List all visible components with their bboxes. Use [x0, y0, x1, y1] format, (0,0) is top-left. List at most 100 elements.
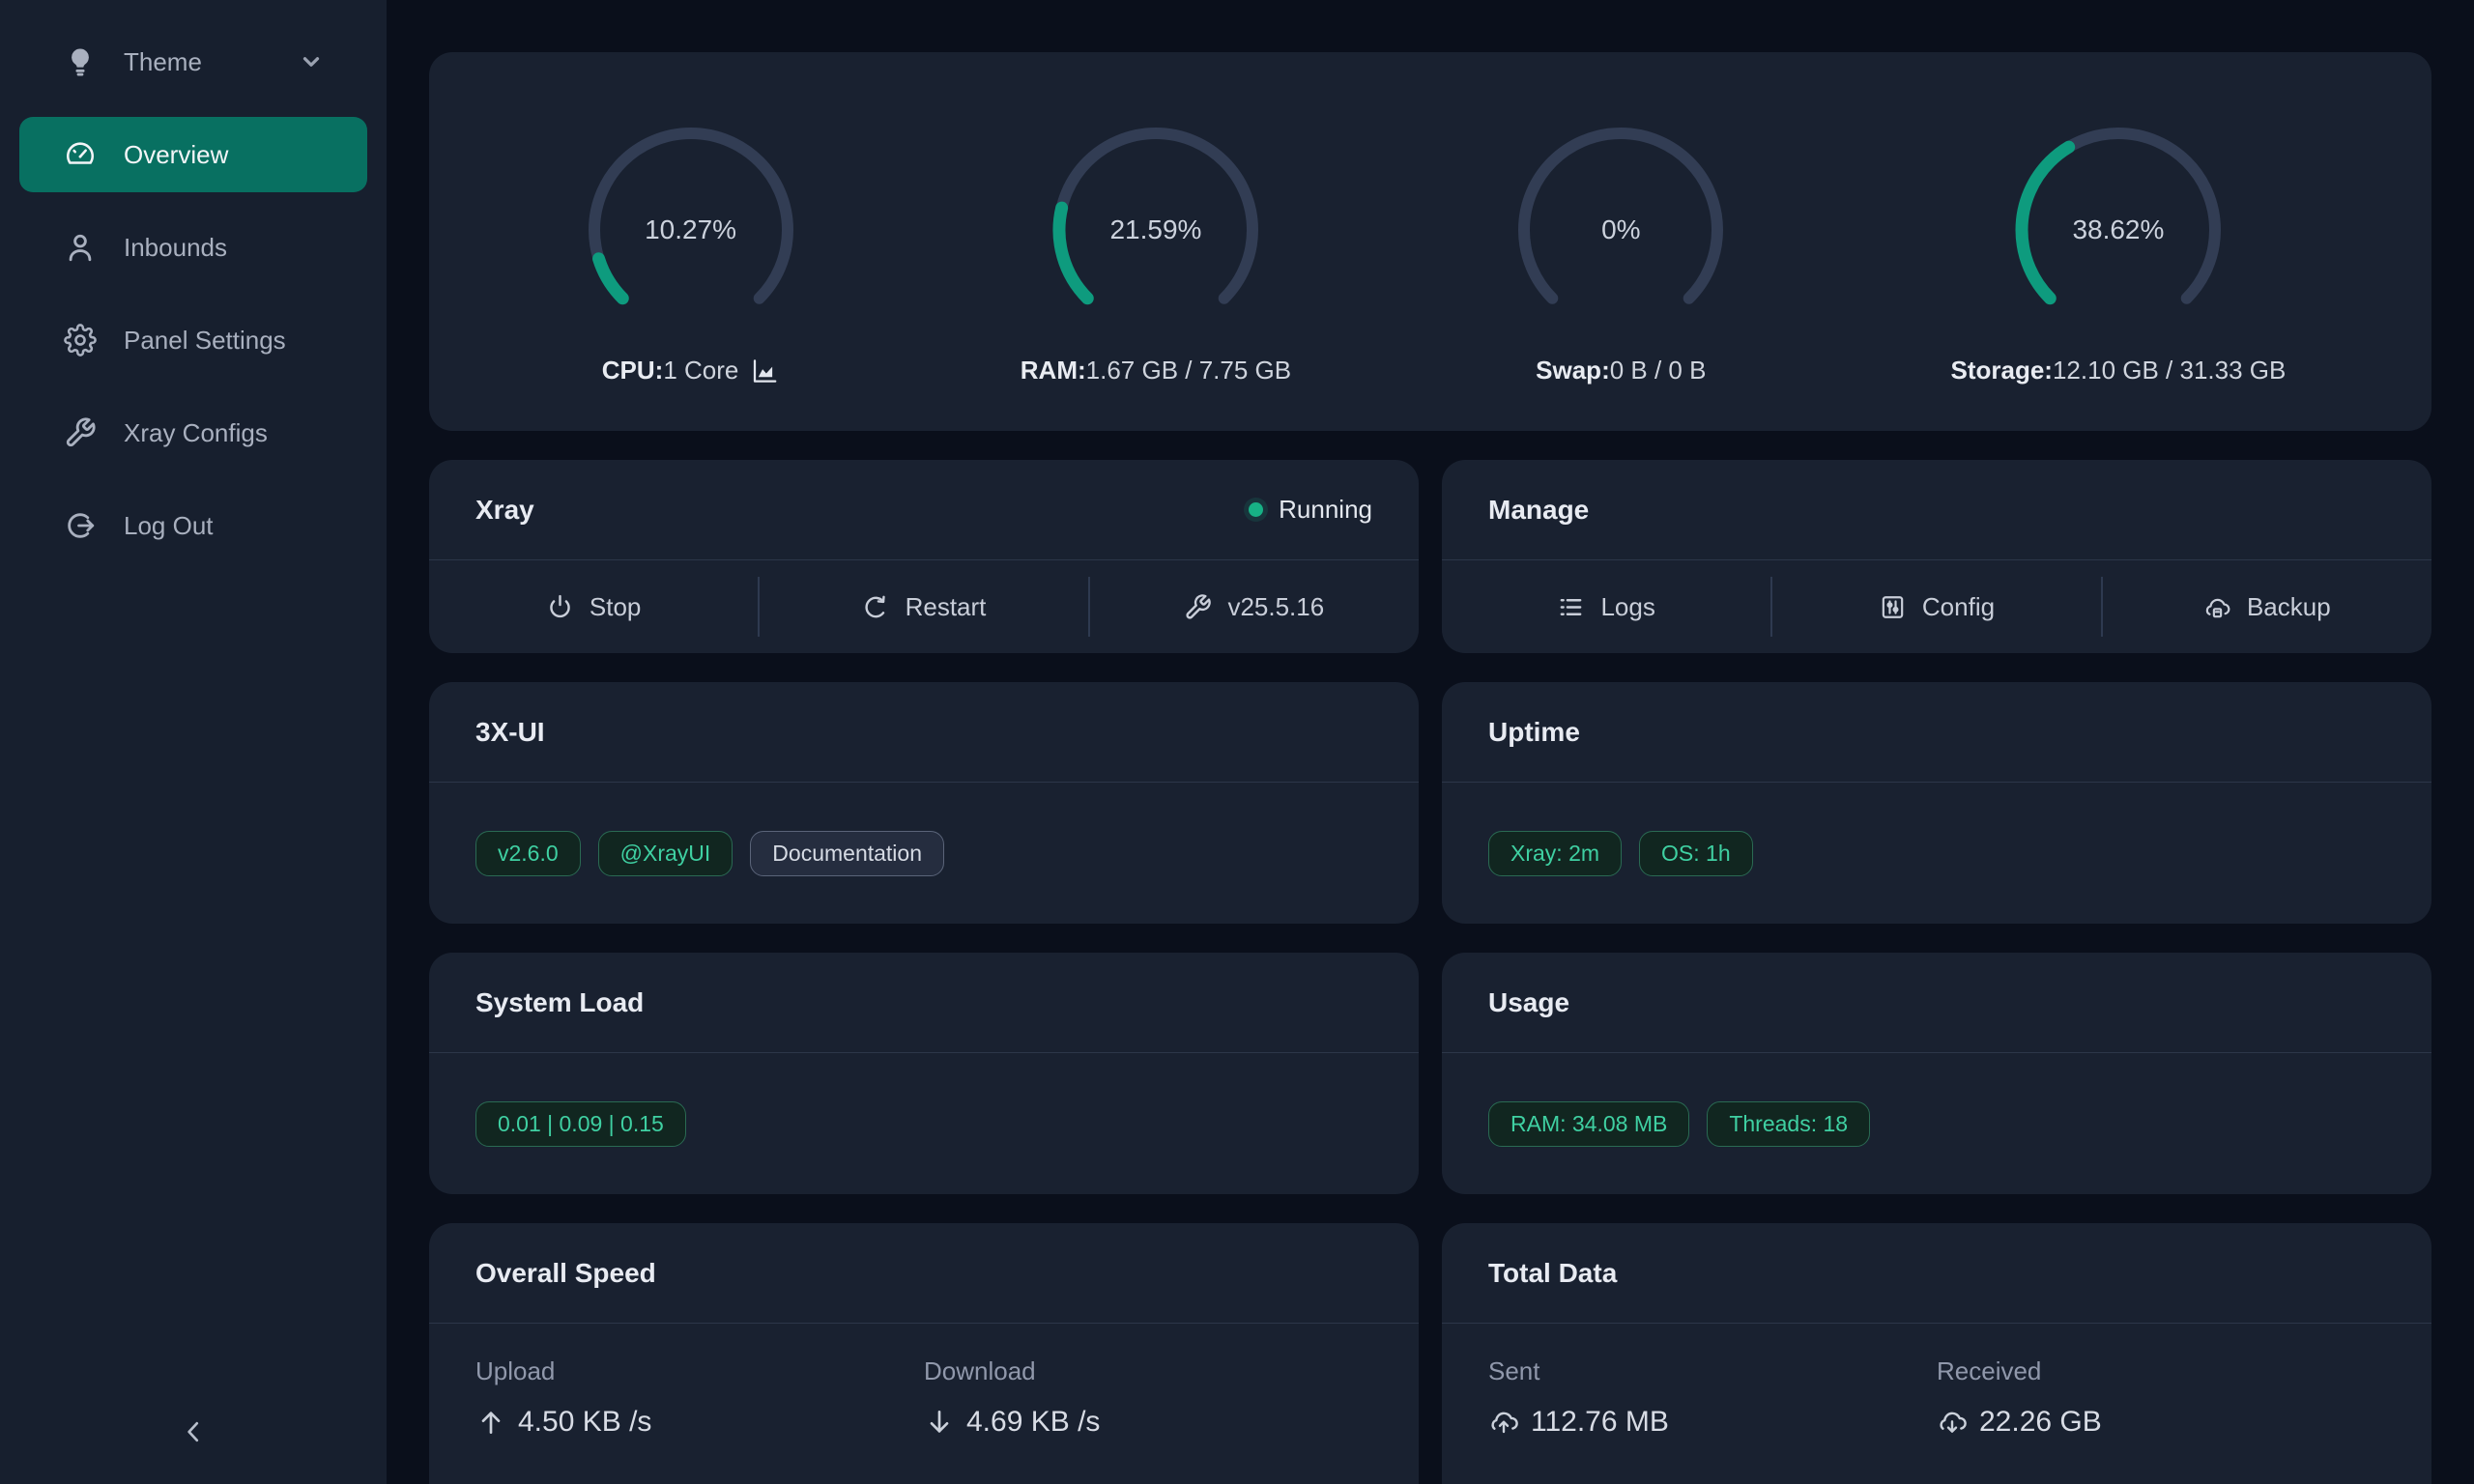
list-icon — [1557, 593, 1585, 621]
config-button[interactable]: Config — [1772, 560, 2101, 653]
system-stats-card: 10.27% CPU: 1 Core 21.59% RAM: 1.67 GB /… — [429, 52, 2431, 431]
manage-actions: Logs Config — [1442, 560, 2431, 653]
cloud-download-icon — [1937, 1407, 1968, 1438]
xray-uptime-tag: Xray: 2m — [1488, 831, 1622, 876]
system-load-card: System Load 0.01 | 0.09 | 0.15 — [429, 953, 1419, 1194]
gauge-ring: 21.59% — [1040, 114, 1272, 346]
usage-tags: RAM: 34.08 MB Threads: 18 — [1442, 1053, 2431, 1194]
sidebar-item-label: Overview — [124, 140, 228, 170]
user-icon — [64, 231, 97, 264]
area-chart-icon[interactable] — [750, 357, 779, 385]
storage-label: Storage: 12.10 GB / 31.33 GB — [1951, 356, 2287, 385]
sent-label: Sent — [1488, 1356, 1937, 1386]
total-data-card: Total Data Sent 112.76 MB Received — [1442, 1223, 2431, 1484]
main-content: 10.27% CPU: 1 Core 21.59% RAM: 1.67 GB /… — [387, 0, 2474, 1484]
download-metric: Download 4.69 KB /s — [924, 1356, 1372, 1439]
card-title: Manage — [1488, 495, 1589, 526]
arrow-down-icon — [924, 1407, 955, 1438]
lightbulb-icon — [64, 45, 97, 78]
storage-percent: 38.62% — [2002, 114, 2234, 346]
cloud-backup-icon — [2203, 593, 2231, 621]
usage-card-header: Usage — [1442, 953, 2431, 1053]
received-label: Received — [1937, 1356, 2385, 1386]
documentation-tag[interactable]: Documentation — [750, 831, 944, 876]
telegram-tag[interactable]: @XrayUI — [598, 831, 734, 876]
card-title: System Load — [475, 987, 644, 1018]
received-metric: Received 22.26 GB — [1937, 1356, 2385, 1439]
sidebar-item-logout[interactable]: Log Out — [19, 495, 367, 556]
restart-button[interactable]: Restart — [760, 560, 1088, 653]
uptime-card: Uptime Xray: 2m OS: 1h — [1442, 682, 2431, 924]
uptime-card-header: Uptime — [1442, 682, 2431, 783]
gauge-storage: 38.62% Storage: 12.10 GB / 31.33 GB — [1951, 114, 2287, 385]
speedometer-icon — [64, 138, 97, 171]
sidebar-item-label: Log Out — [124, 511, 214, 541]
sidebar-item-overview[interactable]: Overview — [19, 117, 367, 192]
load-average-tag: 0.01 | 0.09 | 0.15 — [475, 1101, 686, 1147]
ram-label: RAM: 1.67 GB / 7.75 GB — [1021, 356, 1291, 385]
manage-card: Manage Logs Config — [1442, 460, 2431, 653]
cpu-label: CPU: 1 Core — [602, 356, 780, 385]
logs-button[interactable]: Logs — [1442, 560, 1770, 653]
system-load-tags: 0.01 | 0.09 | 0.15 — [429, 1053, 1419, 1194]
xray-status-badge: Running — [1249, 495, 1372, 525]
download-label: Download — [924, 1356, 1372, 1386]
arrow-up-icon — [475, 1407, 506, 1438]
xui-card-header: 3X-UI — [429, 682, 1419, 783]
usage-card: Usage RAM: 34.08 MB Threads: 18 — [1442, 953, 2431, 1194]
received-value: 22.26 GB — [1937, 1406, 2385, 1439]
gauge-ring: 0% — [1505, 114, 1737, 346]
gauge-cpu: 10.27% CPU: 1 Core — [575, 114, 807, 385]
sidebar-item-label: Panel Settings — [124, 326, 286, 356]
total-data-card-header: Total Data — [1442, 1223, 2431, 1324]
sidebar-collapse-button[interactable] — [0, 1403, 387, 1461]
version-tag[interactable]: v2.6.0 — [475, 831, 581, 876]
sidebar-item-xray-configs[interactable]: Xray Configs — [19, 402, 367, 464]
status-dot — [1249, 502, 1263, 517]
upload-value: 4.50 KB /s — [475, 1406, 924, 1439]
card-title: Xray — [475, 495, 534, 526]
os-uptime-tag: OS: 1h — [1639, 831, 1753, 876]
sidebar-item-theme[interactable]: Theme — [19, 31, 367, 93]
card-title: Uptime — [1488, 717, 1580, 748]
sidebar-item-panel-settings[interactable]: Panel Settings — [19, 309, 367, 371]
cloud-upload-icon — [1488, 1407, 1519, 1438]
threads-tag: Threads: 18 — [1707, 1101, 1870, 1147]
sidebar: Theme Overview Inbounds Panel Settings — [0, 0, 387, 1484]
sent-value: 112.76 MB — [1488, 1406, 1937, 1439]
sidebar-item-label: Theme — [124, 47, 202, 77]
status-text: Running — [1279, 495, 1372, 525]
xray-actions: Stop Restart v25.5.16 — [429, 560, 1419, 653]
gauge-swap: 0% Swap: 0 B / 0 B — [1505, 114, 1737, 385]
gauge-ring: 38.62% — [2002, 114, 2234, 346]
xray-card-header: Xray Running — [429, 460, 1419, 560]
manage-card-header: Manage — [1442, 460, 2431, 560]
wrench-icon — [1184, 593, 1212, 621]
card-title: 3X-UI — [475, 717, 545, 748]
logout-icon — [64, 509, 97, 542]
card-title: Usage — [1488, 987, 1569, 1018]
upload-metric: Upload 4.50 KB /s — [475, 1356, 924, 1439]
stop-button[interactable]: Stop — [429, 560, 758, 653]
xray-card: Xray Running Stop — [429, 460, 1419, 653]
swap-label: Swap: 0 B / 0 B — [1536, 356, 1706, 385]
download-value: 4.69 KB /s — [924, 1406, 1372, 1439]
speed-metrics: Upload 4.50 KB /s Download 4.69 K — [429, 1324, 1419, 1439]
sliders-icon — [1879, 593, 1907, 621]
xui-card: 3X-UI v2.6.0 @XrayUI Documentation — [429, 682, 1419, 924]
gauge-ram: 21.59% RAM: 1.67 GB / 7.75 GB — [1021, 114, 1291, 385]
wrench-icon — [64, 416, 97, 449]
cpu-percent: 10.27% — [575, 114, 807, 346]
swap-percent: 0% — [1505, 114, 1737, 346]
card-title: Overall Speed — [475, 1258, 656, 1289]
overall-speed-card: Overall Speed Upload 4.50 KB /s Download — [429, 1223, 1419, 1484]
system-load-card-header: System Load — [429, 953, 1419, 1053]
sidebar-item-inbounds[interactable]: Inbounds — [19, 216, 367, 278]
ram-percent: 21.59% — [1040, 114, 1272, 346]
sidebar-item-label: Xray Configs — [124, 418, 268, 448]
xray-version-button[interactable]: v25.5.16 — [1090, 560, 1419, 653]
gear-icon — [64, 324, 97, 357]
backup-button[interactable]: Backup — [2103, 560, 2431, 653]
data-metrics: Sent 112.76 MB Received — [1442, 1324, 2431, 1439]
power-icon — [546, 593, 574, 621]
